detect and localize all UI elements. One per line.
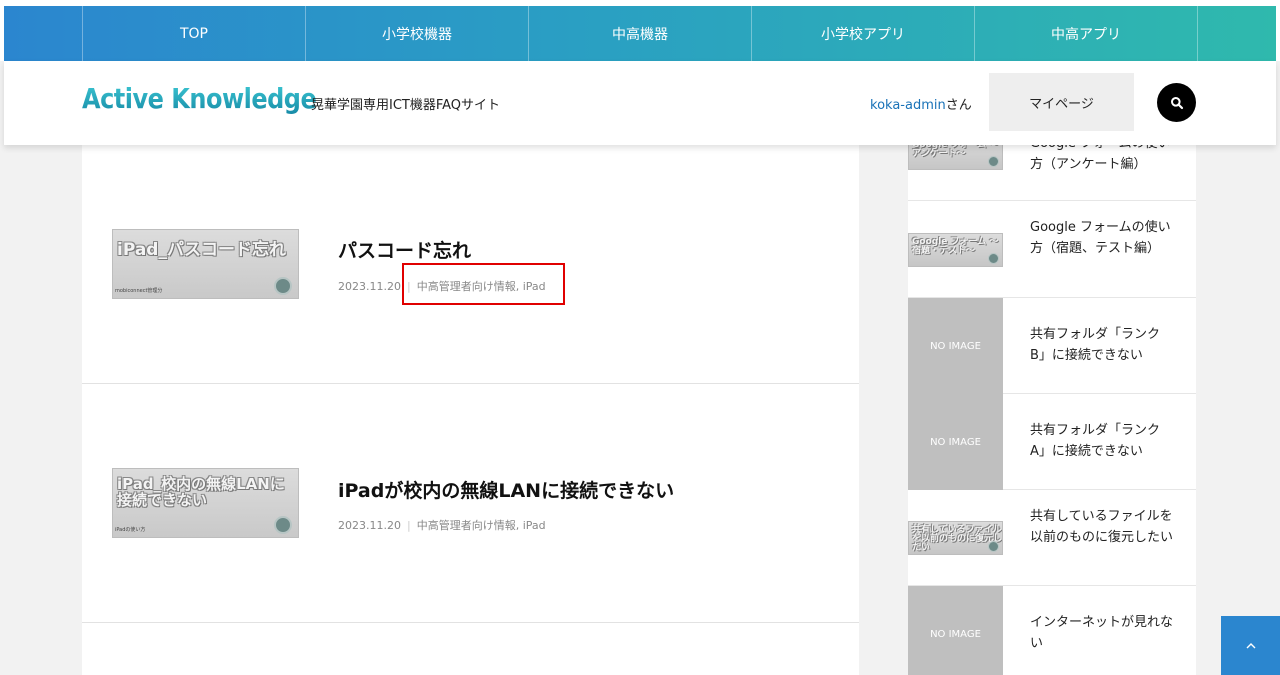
search-button[interactable]	[1157, 83, 1196, 122]
sidebar-no-image: NO IMAGE	[908, 394, 1003, 490]
honorific: さん	[945, 98, 972, 113]
thumbnail-badge-icon	[988, 541, 999, 552]
article-thumbnail[interactable]: iPad_校内の無線LANに接続できない iPadの使い方	[112, 468, 299, 538]
thumbnail-title: iPad_パスコード忘れ	[117, 240, 286, 260]
sidebar-thumbnail: 共有しているファイルを以前のものに復元したい	[908, 490, 1003, 586]
sidebar-item[interactable]: NO IMAGE インターネットが見れない	[908, 586, 1196, 675]
thumbnail-badge-icon	[988, 156, 999, 167]
thumbnail-subtitle: iPadの使い方	[115, 527, 146, 533]
article-categories[interactable]: 中高管理者向け情報, iPad	[417, 519, 546, 532]
top-navigation: TOP 小学校機器 中高機器 小学校アプリ 中高アプリ	[0, 0, 1280, 61]
article-list: iPad_パスコード忘れ mobiconnect管理分 パスコード忘れ 2023…	[82, 145, 859, 675]
sidebar-no-image: NO IMAGE	[908, 298, 1003, 394]
sidebar-no-image: NO IMAGE	[908, 586, 1003, 675]
article-meta: 2023.11.20 | 中高管理者向け情報, iPad	[338, 517, 546, 533]
thumbnail-subtitle: mobiconnect管理分	[115, 288, 163, 294]
article-date: 2023.11.20	[338, 519, 401, 532]
back-to-top-button[interactable]	[1221, 616, 1280, 675]
nav-item-secondary-devices[interactable]: 中高機器	[529, 6, 752, 61]
sidebar-item-title[interactable]: 共有フォルダ「ランクB」に接続できない	[1030, 324, 1175, 366]
sidebar-item-title[interactable]: 共有しているファイルを以前のものに復元したい	[1030, 506, 1175, 548]
meta-separator: |	[406, 519, 411, 532]
sidebar-item-title[interactable]: Google フォームの使い方（宿題、テスト編）	[1030, 217, 1175, 259]
sidebar-thumb-title: Google フォーム ～宿題・テスト～	[912, 237, 999, 256]
nav-item-top[interactable]: TOP	[83, 6, 306, 61]
article-item[interactable]: iPad_校内の無線LANに接続できない iPadの使い方 iPadが校内の無線…	[82, 384, 859, 623]
highlight-box	[402, 263, 565, 305]
sidebar-thumbnail: Google フォーム ～宿題・テスト～	[908, 202, 1003, 298]
sidebar-item[interactable]: NO IMAGE 共有フォルダ「ランクA」に接続できない	[908, 394, 1196, 490]
search-icon	[1170, 96, 1183, 109]
article-title[interactable]: iPadが校内の無線LANに接続できない	[338, 476, 674, 503]
user-greeting: koka-adminさん	[870, 94, 972, 113]
mypage-button[interactable]: マイページ	[989, 73, 1134, 131]
chevron-up-icon	[1246, 642, 1255, 648]
site-logo[interactable]: Active Knowledge	[82, 83, 317, 115]
thumbnail-badge-icon	[988, 253, 999, 264]
nav-item-elementary-devices[interactable]: 小学校機器	[306, 6, 529, 61]
article-date: 2023.11.20	[338, 280, 401, 293]
sidebar-item[interactable]: 共有しているファイルを以前のものに復元したい 共有しているファイルを以前のものに…	[908, 490, 1196, 586]
nav-items: TOP 小学校機器 中高機器 小学校アプリ 中高アプリ	[82, 6, 1198, 61]
thumbnail-badge-icon	[274, 516, 292, 534]
sidebar-recent-articles: Google フォーム ～アンケート～ Google フォームの使い方（アンケー…	[908, 136, 1196, 675]
nav-item-secondary-apps[interactable]: 中高アプリ	[975, 6, 1198, 61]
nav-item-elementary-apps[interactable]: 小学校アプリ	[752, 6, 975, 61]
thumbnail-badge-icon	[274, 277, 292, 295]
site-header: Active Knowledge 晃華学園専用ICT機器FAQサイト koka-…	[4, 61, 1276, 145]
article-thumbnail[interactable]: iPad_パスコード忘れ mobiconnect管理分	[112, 229, 299, 299]
username-link[interactable]: koka-admin	[870, 98, 946, 113]
sidebar-item-title[interactable]: インターネットが見れない	[1030, 612, 1175, 654]
site-tagline: 晃華学園専用ICT機器FAQサイト	[311, 98, 501, 113]
article-title[interactable]: パスコード忘れ	[338, 236, 471, 263]
thumbnail-title: iPad_校内の無線LANに接続できない	[117, 475, 285, 509]
sidebar-item[interactable]: NO IMAGE 共有フォルダ「ランクB」に接続できない	[908, 298, 1196, 394]
sidebar-item-title[interactable]: 共有フォルダ「ランクA」に接続できない	[1030, 420, 1175, 462]
sidebar-item[interactable]: Google フォーム ～宿題・テスト～ Google フォームの使い方（宿題、…	[908, 202, 1196, 298]
